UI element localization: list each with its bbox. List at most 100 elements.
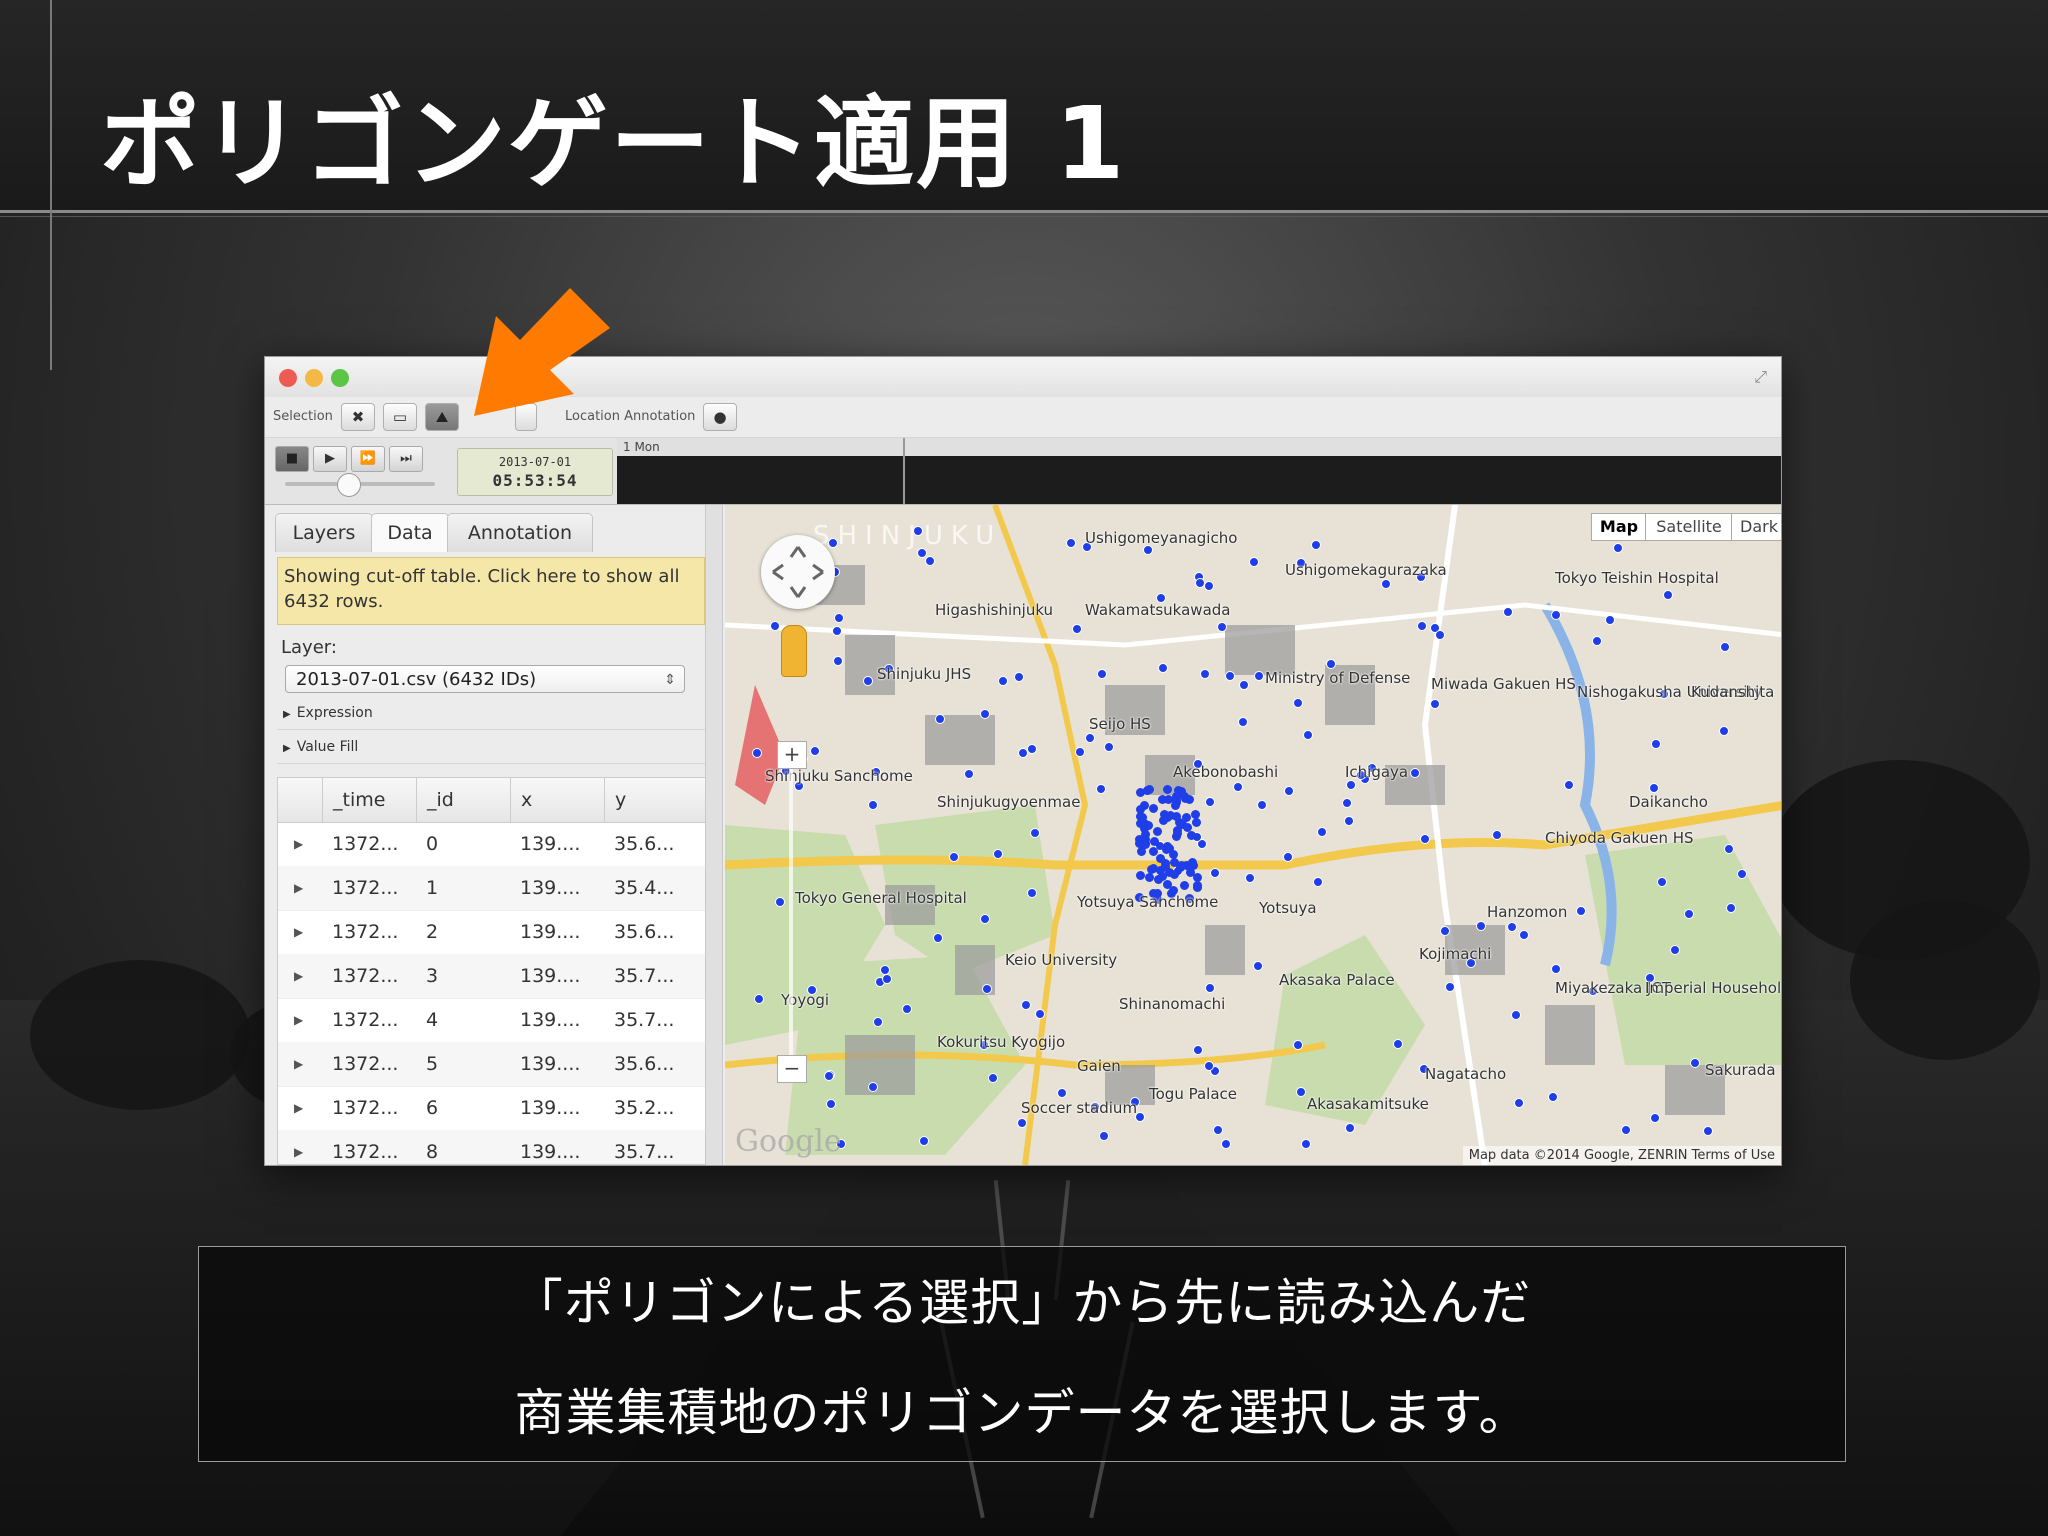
map-type-satellite[interactable]: Satellite: [1645, 513, 1733, 541]
data-point: [924, 556, 935, 567]
tab-data[interactable]: Data: [371, 513, 449, 552]
data-point: [1613, 542, 1624, 553]
panel-splitter[interactable]: [705, 505, 723, 1165]
data-point: [979, 708, 990, 719]
column-header-y[interactable]: y: [604, 778, 706, 822]
row-expand-icon[interactable]: ▶: [294, 1042, 303, 1086]
row-expand-icon[interactable]: ▶: [294, 1130, 303, 1164]
zoom-out-button[interactable]: −: [777, 1055, 807, 1083]
data-point: [879, 964, 890, 975]
table-cell: 0: [426, 833, 439, 855]
map-place-label: Togu Palace: [1149, 1085, 1237, 1103]
value-fill-disclosure[interactable]: ▶ Value Fill: [283, 739, 358, 755]
data-point: [1252, 960, 1263, 971]
table-cell: 4: [426, 1009, 439, 1031]
column-header-time[interactable]: _time: [322, 778, 416, 822]
data-point: [979, 914, 990, 925]
stop-button[interactable]: ■: [275, 446, 309, 472]
timeline-playhead[interactable]: [903, 438, 905, 504]
map-pan-control[interactable]: [761, 535, 835, 609]
map-type-map[interactable]: Map: [1591, 513, 1647, 541]
map-place-label: Shinjuku Sanchome: [765, 767, 913, 785]
disclosure-triangle-icon: ▶: [283, 743, 291, 754]
row-expand-icon[interactable]: ▶: [294, 822, 303, 866]
table-cell: 139....: [520, 1009, 581, 1031]
play-icon: ▶: [325, 451, 335, 466]
zoom-in-button[interactable]: +: [777, 741, 807, 769]
row-expand-icon[interactable]: ▶: [294, 954, 303, 998]
data-point: [1519, 929, 1530, 940]
table-row[interactable]: ▶ 1372... 0 139.... 35.6...: [278, 822, 706, 867]
map-place-label: Ushigomekagurazaka: [1285, 561, 1447, 579]
street-view-pegman-icon[interactable]: [781, 625, 807, 677]
timeline-day-label: 1 Mon: [623, 440, 660, 454]
data-point: [992, 848, 1003, 859]
table-row[interactable]: ▶ 1372... 4 139.... 35.7...: [278, 998, 706, 1043]
data-point: [1439, 926, 1450, 937]
map-place-label: Yotsuya Sanchome: [1077, 893, 1219, 911]
data-point: [1292, 697, 1303, 708]
layer-select[interactable]: 2013-07-01.csv (6432 IDs) ⇕: [285, 665, 685, 693]
fast-forward-button[interactable]: ⏩: [351, 446, 385, 472]
data-point: [823, 1071, 834, 1082]
table-cell: 1372...: [332, 833, 399, 855]
row-expand-icon[interactable]: ▶: [294, 1086, 303, 1130]
data-point: [1417, 620, 1428, 631]
table-row[interactable]: ▶ 1372... 2 139.... 35.6...: [278, 910, 706, 955]
table-cell: 35.2...: [614, 1097, 675, 1119]
map-attribution[interactable]: Map data ©2014 Google, ZENRIN Terms of U…: [1462, 1146, 1781, 1165]
timeline-graph[interactable]: 1 Mon: [617, 438, 1781, 504]
polygon-selection-button[interactable]: ⛰: [425, 403, 459, 431]
skip-to-end-button[interactable]: ⏭: [389, 446, 423, 472]
table-cell: 139....: [520, 921, 581, 943]
data-point: [1316, 827, 1327, 838]
caption-box: 「ポリゴンによる選択」から先に読み込んだ 商業集積地のポリゴンデータを選択します…: [198, 1246, 1846, 1462]
tab-layers[interactable]: Layers: [275, 513, 373, 552]
table-cell: 139....: [520, 965, 581, 987]
fullscreen-icon[interactable]: ⤢: [1754, 367, 1767, 387]
zoom-slider[interactable]: [789, 755, 793, 1065]
data-point: [1142, 820, 1152, 830]
table-row[interactable]: ▶ 1372... 1 139.... 35.4...: [278, 866, 706, 911]
data-point: [1300, 1138, 1311, 1149]
window-minimize-button[interactable]: [305, 369, 323, 387]
window-zoom-button[interactable]: [331, 369, 349, 387]
table-row[interactable]: ▶ 1372... 5 139.... 35.6...: [278, 1042, 706, 1087]
data-point: [1510, 1010, 1521, 1021]
map-type-dark[interactable]: Dark: [1731, 513, 1781, 541]
location-annotation-button[interactable]: ●: [703, 403, 737, 431]
row-expand-icon[interactable]: ▶: [294, 998, 303, 1042]
tab-annotation[interactable]: Annotation: [447, 513, 593, 552]
data-point: [1098, 1130, 1109, 1141]
row-expand-icon[interactable]: ▶: [294, 866, 303, 910]
data-point: [1651, 738, 1662, 749]
map-place-label: Yotsuya: [1259, 899, 1317, 917]
cutoff-notice[interactable]: Showing cut-off table. Click here to sho…: [277, 557, 705, 625]
table-cell: 6: [426, 1097, 439, 1119]
map-place-label: Wakamatsukawada: [1085, 601, 1231, 619]
table-row[interactable]: ▶ 1372... 8 139.... 35.7...: [278, 1130, 706, 1164]
data-point: [1056, 1087, 1067, 1098]
rect-selection-button[interactable]: ▭: [383, 403, 417, 431]
map-place-label: Ministry of Defense: [1265, 669, 1411, 687]
rectangle-select-icon: ▭: [392, 408, 408, 426]
row-expand-icon[interactable]: ▶: [294, 910, 303, 954]
updown-arrow-icon: ⇕: [664, 672, 676, 688]
window-close-button[interactable]: [279, 369, 297, 387]
speed-slider-knob[interactable]: [337, 473, 361, 497]
data-point: [1157, 794, 1167, 804]
playback-bar: ■ ▶ ⏩ ⏭ 2013-07-01 05:53:54 1 Mon: [265, 438, 1781, 505]
table-row[interactable]: ▶ 1372... 3 139.... 35.7...: [278, 954, 706, 999]
table-row[interactable]: ▶ 1372... 6 139.... 35.2...: [278, 1086, 706, 1131]
map-place-label: Akasaka Palace: [1279, 971, 1395, 989]
stop-icon: ■: [285, 451, 299, 466]
column-header-id[interactable]: _id: [416, 778, 510, 822]
map-view[interactable]: SHINJUKU Ushigomeyanagicho Ushigomekagur…: [725, 505, 1781, 1165]
data-point: [1683, 908, 1694, 919]
app-window: ⤢ Selection ✖ ▭ ⛰ Location Annotation ● …: [264, 356, 1782, 1166]
column-header-x[interactable]: x: [510, 778, 604, 822]
expression-disclosure[interactable]: ▶ Expression: [283, 705, 373, 721]
play-button[interactable]: ▶: [313, 446, 347, 472]
clear-selection-button[interactable]: ✖: [341, 403, 375, 431]
map-place-label: Sakurada: [1705, 1061, 1776, 1079]
